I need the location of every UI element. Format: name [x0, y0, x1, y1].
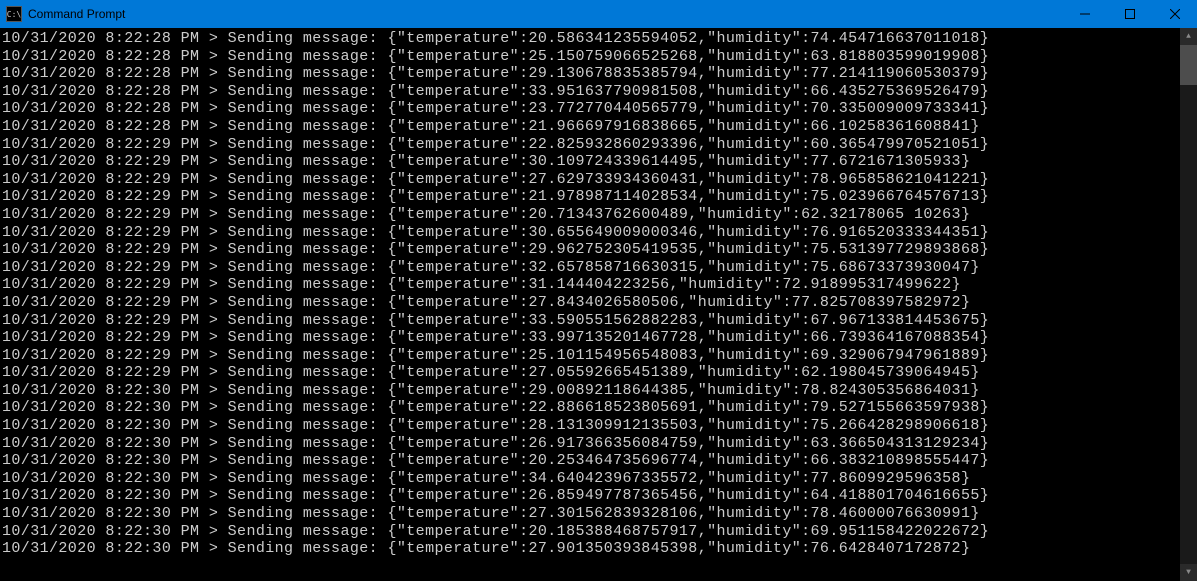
cmd-icon: C:\ [6, 6, 22, 22]
window-title: Command Prompt [28, 7, 1062, 21]
console-area: 10/31/2020 8:22:28 PM > Sending message:… [0, 28, 1197, 581]
console-line: 10/31/2020 8:22:29 PM > Sending message:… [2, 206, 1178, 224]
close-button[interactable] [1152, 0, 1197, 28]
console-line: 10/31/2020 8:22:28 PM > Sending message:… [2, 65, 1178, 83]
maximize-button[interactable] [1107, 0, 1152, 28]
console-line: 10/31/2020 8:22:30 PM > Sending message:… [2, 505, 1178, 523]
scroll-thumb[interactable] [1180, 45, 1197, 85]
vertical-scrollbar[interactable]: ▲ ▼ [1180, 28, 1197, 581]
console-line: 10/31/2020 8:22:30 PM > Sending message:… [2, 523, 1178, 541]
console-line: 10/31/2020 8:22:28 PM > Sending message:… [2, 30, 1178, 48]
console-line: 10/31/2020 8:22:29 PM > Sending message:… [2, 312, 1178, 330]
console-line: 10/31/2020 8:22:29 PM > Sending message:… [2, 347, 1178, 365]
console-line: 10/31/2020 8:22:29 PM > Sending message:… [2, 364, 1178, 382]
console-content[interactable]: 10/31/2020 8:22:28 PM > Sending message:… [0, 28, 1180, 581]
console-line: 10/31/2020 8:22:29 PM > Sending message:… [2, 329, 1178, 347]
minimize-button[interactable] [1062, 0, 1107, 28]
console-line: 10/31/2020 8:22:29 PM > Sending message:… [2, 171, 1178, 189]
console-line: 10/31/2020 8:22:30 PM > Sending message:… [2, 435, 1178, 453]
console-line: 10/31/2020 8:22:30 PM > Sending message:… [2, 540, 1178, 558]
console-line: 10/31/2020 8:22:30 PM > Sending message:… [2, 470, 1178, 488]
scroll-up-arrow[interactable]: ▲ [1180, 28, 1197, 45]
console-line: 10/31/2020 8:22:29 PM > Sending message:… [2, 259, 1178, 277]
console-line: 10/31/2020 8:22:28 PM > Sending message:… [2, 83, 1178, 101]
console-line: 10/31/2020 8:22:29 PM > Sending message:… [2, 224, 1178, 242]
console-line: 10/31/2020 8:22:29 PM > Sending message:… [2, 241, 1178, 259]
console-line: 10/31/2020 8:22:29 PM > Sending message:… [2, 294, 1178, 312]
scroll-track[interactable] [1180, 45, 1197, 564]
console-line: 10/31/2020 8:22:30 PM > Sending message:… [2, 487, 1178, 505]
console-line: 10/31/2020 8:22:29 PM > Sending message:… [2, 188, 1178, 206]
console-line: 10/31/2020 8:22:28 PM > Sending message:… [2, 118, 1178, 136]
console-line: 10/31/2020 8:22:29 PM > Sending message:… [2, 153, 1178, 171]
window-controls [1062, 0, 1197, 28]
console-line: 10/31/2020 8:22:30 PM > Sending message:… [2, 417, 1178, 435]
console-line: 10/31/2020 8:22:28 PM > Sending message:… [2, 100, 1178, 118]
cmd-icon-label: C:\ [7, 10, 21, 19]
console-line: 10/31/2020 8:22:30 PM > Sending message:… [2, 399, 1178, 417]
console-line: 10/31/2020 8:22:29 PM > Sending message:… [2, 136, 1178, 154]
console-line: 10/31/2020 8:22:30 PM > Sending message:… [2, 382, 1178, 400]
titlebar[interactable]: C:\ Command Prompt [0, 0, 1197, 28]
scroll-down-arrow[interactable]: ▼ [1180, 564, 1197, 581]
console-line: 10/31/2020 8:22:29 PM > Sending message:… [2, 276, 1178, 294]
console-line: 10/31/2020 8:22:30 PM > Sending message:… [2, 452, 1178, 470]
console-line: 10/31/2020 8:22:28 PM > Sending message:… [2, 48, 1178, 66]
